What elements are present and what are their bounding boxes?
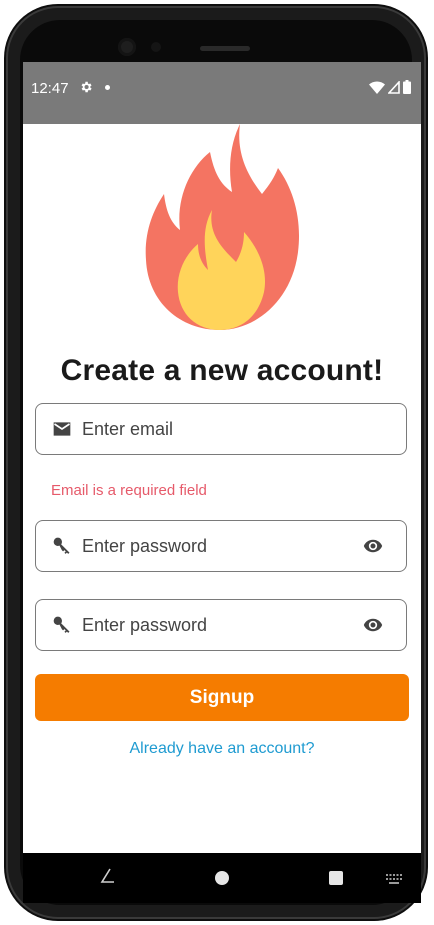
proximity-sensor bbox=[151, 42, 161, 52]
gear-icon bbox=[81, 81, 92, 93]
eye-icon[interactable] bbox=[362, 615, 384, 635]
key-icon bbox=[53, 616, 70, 633]
password-input[interactable] bbox=[82, 521, 352, 571]
mail-icon bbox=[53, 422, 71, 436]
keyboard-icon[interactable] bbox=[386, 874, 402, 884]
front-camera bbox=[118, 38, 136, 56]
status-bar: 12:47 bbox=[23, 62, 421, 124]
home-icon[interactable] bbox=[215, 871, 229, 885]
password-field[interactable] bbox=[35, 520, 407, 572]
login-link[interactable]: Already have an account? bbox=[23, 740, 421, 758]
confirm-password-field[interactable] bbox=[35, 599, 407, 651]
email-field[interactable] bbox=[35, 403, 407, 455]
notification-dot-icon bbox=[105, 85, 110, 90]
app-screen: 12:47 Create a new account! Enter email … bbox=[23, 62, 421, 862]
navigation-bar bbox=[23, 853, 421, 903]
eye-icon[interactable] bbox=[362, 536, 384, 556]
signup-button[interactable]: Signup bbox=[35, 674, 409, 721]
key-icon bbox=[53, 537, 70, 554]
earpiece-speaker bbox=[200, 46, 250, 51]
wifi-icon bbox=[369, 81, 385, 94]
flame-icon bbox=[145, 124, 300, 330]
confirm-password-input[interactable] bbox=[82, 600, 352, 650]
page-title: Create a new account! bbox=[60, 354, 384, 387]
back-icon[interactable] bbox=[99, 867, 117, 885]
status-time: 12:47 bbox=[31, 80, 69, 97]
battery-icon bbox=[403, 80, 411, 94]
cellular-icon bbox=[388, 81, 400, 94]
email-input[interactable] bbox=[82, 404, 352, 454]
recents-icon[interactable] bbox=[329, 871, 343, 885]
email-error-message: Email is a required field bbox=[51, 482, 207, 499]
status-indicators bbox=[369, 80, 411, 94]
